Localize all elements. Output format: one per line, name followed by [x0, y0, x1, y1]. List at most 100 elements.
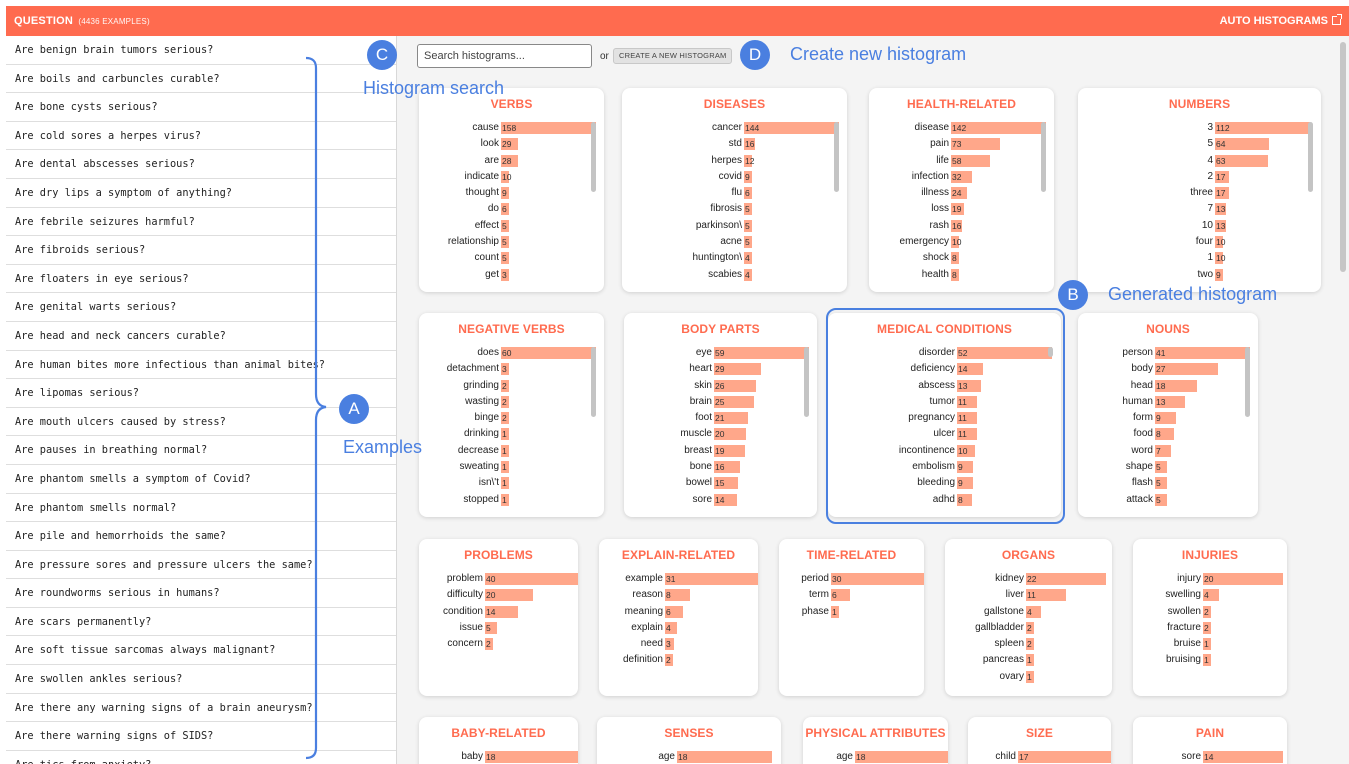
histogram-row[interactable]: indicate 10	[419, 169, 604, 185]
histogram-row[interactable]: huntington\ 4	[622, 250, 847, 266]
histogram-row[interactable]: shape 5	[1078, 459, 1258, 475]
example-row[interactable]: Are genital warts serious?	[6, 293, 396, 322]
histogram-row[interactable]: shock 8	[869, 250, 1054, 266]
histogram-row[interactable]: age 18	[803, 749, 948, 764]
histogram-row[interactable]: covid 9	[622, 169, 847, 185]
histogram-row[interactable]: thought 9	[419, 185, 604, 201]
histogram-row[interactable]: parkinson\ 5	[622, 218, 847, 234]
example-row[interactable]: Are boils and carbuncles curable?	[6, 65, 396, 94]
histogram-row[interactable]: age 18	[597, 749, 781, 764]
histogram-row[interactable]: brain 25	[624, 394, 817, 410]
histogram-row[interactable]: does 60	[419, 345, 604, 361]
histogram-row[interactable]: kidney 22	[945, 571, 1112, 587]
histogram-row[interactable]: decrease 1	[419, 443, 604, 459]
example-row[interactable]: Are pile and hemorrhoids the same?	[6, 522, 396, 551]
histogram-row[interactable]: effect 5	[419, 218, 604, 234]
example-row[interactable]: Are there warning signs of SIDS?	[6, 722, 396, 751]
histogram-card[interactable]: VERBS cause 158 look 29 are 28 indicate 10 though…	[419, 88, 604, 292]
histogram-row[interactable]: detachment 3	[419, 361, 604, 377]
examples-list[interactable]: Are benign brain tumors serious? Are boil…	[6, 36, 397, 764]
example-row[interactable]: Are dry lips a symptom of anything?	[6, 179, 396, 208]
histogram-scrollbar[interactable]	[1308, 122, 1313, 192]
histogram-row[interactable]: sore 14	[1133, 749, 1287, 764]
example-row[interactable]: Are human bites more infectious than ani…	[6, 351, 396, 380]
example-row[interactable]: Are there any warning signs of a brain a…	[6, 694, 396, 723]
histogram-row[interactable]: scabies 4	[622, 267, 847, 283]
histogram-row[interactable]: liver 11	[945, 587, 1112, 603]
example-row[interactable]: Are phantom smells a symptom of Covid?	[6, 465, 396, 494]
histogram-row[interactable]: 4 63	[1078, 153, 1321, 169]
histogram-card[interactable]: NOUNS person 41 body 27 head 18 human 13 form 9 foo…	[1078, 313, 1258, 517]
histogram-row[interactable]: count 5	[419, 250, 604, 266]
histogram-row[interactable]: muscle 20	[624, 426, 817, 442]
example-row[interactable]: Are mouth ulcers caused by stress?	[6, 408, 396, 437]
histogram-row[interactable]: do 6	[419, 201, 604, 217]
example-row[interactable]: Are head and neck cancers curable?	[6, 322, 396, 351]
histogram-row[interactable]: bone 16	[624, 459, 817, 475]
example-row[interactable]: Are lipomas serious?	[6, 379, 396, 408]
histogram-row[interactable]: swollen 2	[1133, 604, 1287, 620]
example-row[interactable]: Are phantom smells normal?	[6, 494, 396, 523]
histogram-row[interactable]: ovary 1	[945, 669, 1112, 685]
histogram-card[interactable]: SIZE child 17	[968, 717, 1111, 764]
example-row[interactable]: Are soft tissue sarcomas always malignan…	[6, 636, 396, 666]
example-row[interactable]: Are bone cysts serious?	[6, 93, 396, 122]
histogram-scrollbar[interactable]	[1245, 347, 1250, 417]
histogram-row[interactable]: injury 20	[1133, 571, 1287, 587]
histogram-card[interactable]: BABY-RELATED baby 18	[419, 717, 578, 764]
histogram-row[interactable]: flash 5	[1078, 475, 1258, 491]
histogram-row[interactable]: wasting 2	[419, 394, 604, 410]
histogram-row[interactable]: health 8	[869, 267, 1054, 283]
histogram-scrollbar[interactable]	[804, 347, 809, 417]
histogram-row[interactable]: cancer 144	[622, 120, 847, 136]
histogram-row[interactable]: need 3	[599, 636, 758, 652]
histogram-row[interactable]: illness 24	[869, 185, 1054, 201]
histogram-row[interactable]: relationship 5	[419, 234, 604, 250]
histogram-row[interactable]: 5 64	[1078, 136, 1321, 152]
panel-scrollbar-thumb[interactable]	[1340, 42, 1346, 272]
histogram-row[interactable]: bowel 15	[624, 475, 817, 491]
histogram-row[interactable]: bruising 1	[1133, 652, 1287, 668]
histogram-row[interactable]: issue 5	[419, 620, 578, 636]
histogram-row[interactable]: pain 73	[869, 136, 1054, 152]
histogram-row[interactable]: cause 158	[419, 120, 604, 136]
histogram-row[interactable]: spleen 2	[945, 636, 1112, 652]
histogram-row[interactable]: herpes 12	[622, 153, 847, 169]
example-row[interactable]: Are tics from anxiety?	[6, 751, 396, 764]
histogram-row[interactable]: drinking 1	[419, 426, 604, 442]
histogram-row[interactable]: food 8	[1078, 426, 1258, 442]
histogram-row[interactable]: disease 142	[869, 120, 1054, 136]
histogram-row[interactable]: three 17	[1078, 185, 1321, 201]
histogram-row[interactable]: difficulty 20	[419, 587, 578, 603]
histogram-row[interactable]: human 13	[1078, 394, 1258, 410]
histogram-row[interactable]: 2 17	[1078, 169, 1321, 185]
histogram-row[interactable]: baby 18	[419, 749, 578, 764]
histogram-row[interactable]: body 27	[1078, 361, 1258, 377]
histogram-scrollbar[interactable]	[591, 122, 596, 192]
example-row[interactable]: Are floaters in eye serious?	[6, 265, 396, 294]
histogram-row[interactable]: form 9	[1078, 410, 1258, 426]
histogram-row[interactable]: std 16	[622, 136, 847, 152]
histogram-card[interactable]: INJURIES injury 20 swelling 4 swollen 2 fractur…	[1133, 539, 1287, 696]
example-row[interactable]: Are cold sores a herpes virus?	[6, 122, 396, 151]
histogram-row[interactable]: sweating 1	[419, 459, 604, 475]
histogram-search-input[interactable]: Search histograms...	[417, 44, 592, 68]
histogram-row[interactable]: fracture 2	[1133, 620, 1287, 636]
histogram-row[interactable]: pancreas 1	[945, 652, 1112, 668]
histogram-row[interactable]: gallbladder 2	[945, 620, 1112, 636]
example-row[interactable]: Are pressure sores and pressure ulcers t…	[6, 551, 396, 580]
histogram-card[interactable]: PROBLEMS problem 40 difficulty 20 condition 14…	[419, 539, 578, 696]
example-row[interactable]: Are benign brain tumors serious?	[6, 36, 396, 65]
histogram-row[interactable]: word 7	[1078, 443, 1258, 459]
histogram-row[interactable]: term 6	[779, 587, 924, 603]
auto-histograms-link[interactable]: AUTO HISTOGRAMS	[1220, 14, 1342, 27]
example-row[interactable]: Are febrile seizures harmful?	[6, 208, 396, 237]
histogram-row[interactable]: swelling 4	[1133, 587, 1287, 603]
histogram-row[interactable]: life 58	[869, 153, 1054, 169]
histogram-row[interactable]: fibrosis 5	[622, 201, 847, 217]
histogram-card[interactable]: PHYSICAL ATTRIBUTES age 18	[803, 717, 948, 764]
histogram-row[interactable]: reason 8	[599, 587, 758, 603]
histogram-card[interactable]: SENSES age 18	[597, 717, 781, 764]
histogram-row[interactable]: 7 13	[1078, 201, 1321, 217]
histogram-row[interactable]: look 29	[419, 136, 604, 152]
